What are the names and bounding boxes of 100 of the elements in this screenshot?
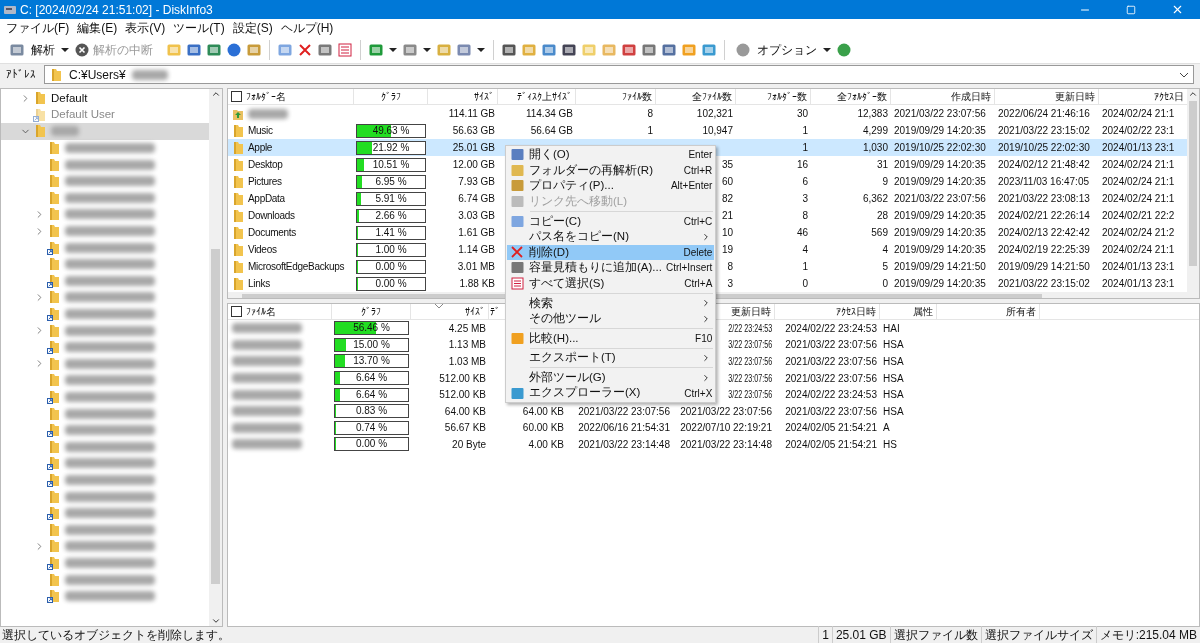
table-cell-text: 2019/09/29 14:20:35 xyxy=(894,209,986,223)
table-cell-text: 3 xyxy=(802,192,808,206)
percentage-text: 1.41 % xyxy=(375,226,407,239)
table-cell-text: HAI xyxy=(883,321,900,336)
table-cell-text: 4,299 xyxy=(862,124,888,138)
shortcut-text: F10 xyxy=(695,331,714,346)
table-cell-text: 1 xyxy=(647,124,653,138)
table-cell-text: 60 xyxy=(721,175,733,189)
table-cell-text: 3/22 23:07:56 xyxy=(727,338,772,353)
table-cell-text: 8 xyxy=(727,260,733,274)
address-text: C:¥Users¥ xyxy=(69,66,126,84)
table-cell-text: 2024/01/13 23:1 xyxy=(1102,260,1175,274)
table-cell-text: 2024/02/24 21:1 xyxy=(1102,243,1175,257)
folder-name: Downloads xyxy=(248,209,295,223)
folder-name: Apple xyxy=(248,141,273,155)
table-cell-text: 2024/02/21 22:2 xyxy=(1102,209,1175,223)
table-cell-text: 82 xyxy=(721,192,733,206)
table-cell-text: HSA xyxy=(883,404,904,419)
table-cell-text: 46 xyxy=(796,226,808,240)
table-cell-text: 0 xyxy=(802,277,808,291)
table-cell-text: 64.00 KB xyxy=(444,404,486,419)
percentage-text: 0.00 % xyxy=(355,438,388,451)
folder-name: Pictures xyxy=(248,175,282,189)
table-cell-text: 2021/03/22 23:07:56 xyxy=(785,371,877,386)
table-cell-text: 12,383 xyxy=(857,107,888,121)
table-cell-text: 2024/02/05 21:54:21 xyxy=(785,437,877,452)
table-cell-text: 2019/09/29 14:20:35 xyxy=(894,243,986,257)
table-cell-text: 2019/09/29 14:20:35 xyxy=(894,226,986,240)
table-cell-text: 3/22 23:07:56 xyxy=(727,355,772,369)
table-cell-text: 2024/01/13 23:1 xyxy=(1102,141,1175,155)
table-cell-text: 2024/02/24 21:2 xyxy=(1102,226,1175,240)
table-cell-text: 2021/03/22 23:07:56 xyxy=(578,404,670,419)
table-cell-text: HSA xyxy=(883,338,904,353)
percentage-text: 6.64 % xyxy=(355,388,388,401)
table-cell-text: 512.00 KB xyxy=(439,388,486,403)
table-cell-text: 6 xyxy=(802,175,808,189)
folder-name: Documents xyxy=(248,226,296,240)
table-cell-text: 2021/03/22 23:07:56 xyxy=(894,192,986,206)
table-cell-text: 2024/02/12 21:48:42 xyxy=(998,158,1090,172)
folder-name: Desktop xyxy=(248,158,283,172)
percentage-text: 15.00 % xyxy=(353,338,390,351)
address-label: ｱﾄﾞﾚｽ xyxy=(6,67,36,83)
table-cell-text: 1 xyxy=(802,141,808,155)
shortcut-text: Delete xyxy=(683,245,714,260)
table-cell-text: 1,030 xyxy=(862,141,888,155)
table-cell-text: 3 xyxy=(727,277,733,291)
status-field: 選択ファイルサイズ xyxy=(980,626,1096,643)
table-cell-text: 2023/11/03 16:47:05 xyxy=(998,175,1089,189)
table-cell-text: 1.88 KB xyxy=(459,277,495,291)
shortcut-text: Ctrl+R xyxy=(683,163,714,178)
percentage-text: 0.83 % xyxy=(355,405,388,418)
table-cell-text: 114.11 GB xyxy=(448,107,495,121)
table-cell-text: 2024/02/21 22:26:14 xyxy=(998,209,1090,223)
table-cell-text: 4.25 MB xyxy=(448,321,486,336)
table-cell-text: 2019/09/29 14:20:35 xyxy=(894,175,986,189)
folder-name: Default xyxy=(51,90,88,106)
table-cell-text: 5 xyxy=(882,260,888,274)
table-cell-text: 4 xyxy=(882,243,888,257)
table-cell-text: 2024/01/13 23:1 xyxy=(1102,277,1175,291)
shortcut-text: Alt+Enter xyxy=(670,179,714,194)
table-cell-text: 35 xyxy=(721,158,733,172)
percentage-text: 5.91 % xyxy=(375,192,407,205)
table-cell-text: 16 xyxy=(796,158,808,172)
table-cell-text: 102,321 xyxy=(696,107,733,121)
percentage-text: 0.00 % xyxy=(375,277,407,290)
table-cell-text: 2021/03/22 23:14:48 xyxy=(578,437,670,452)
table-cell-text: 7.93 GB xyxy=(458,175,495,189)
table-cell-text: 10,947 xyxy=(702,124,733,138)
table-cell-text: 1.03 MB xyxy=(448,355,486,369)
table-cell-text: 2019/09/29 14:20:35 xyxy=(894,158,986,172)
table-cell-text: 2/22 23:24:53 xyxy=(727,321,772,336)
table-cell-text: A xyxy=(883,421,890,436)
table-cell-text: 2021/03/22 23:08:13 xyxy=(998,192,1090,206)
table-cell-text: 1 xyxy=(802,124,808,138)
table-cell-text: 30 xyxy=(796,107,808,121)
table-cell-text: 2021/03/22 23:15:02 xyxy=(998,277,1090,291)
table-cell-text: 21 xyxy=(721,209,733,223)
shortcut-text: Ctrl+A xyxy=(684,277,714,292)
table-cell-text: 9 xyxy=(882,175,888,189)
table-cell-text: 2021/03/22 23:14:48 xyxy=(680,437,772,452)
table-cell-text: 8 xyxy=(802,209,808,223)
table-cell-text: 28 xyxy=(876,209,888,223)
table-cell-text: 12.00 GB xyxy=(452,158,495,172)
table-cell-text: 2024/02/24 21:1 xyxy=(1102,107,1175,121)
table-cell-text: 6,362 xyxy=(862,192,888,206)
table-cell-text: 2021/03/22 23:07:56 xyxy=(785,338,877,353)
percentage-text: 10.51 % xyxy=(372,158,410,171)
table-cell-text: 2021/03/22 23:07:56 xyxy=(680,404,772,419)
table-cell-text: 2019/09/29 14:21:50 xyxy=(998,260,1090,274)
table-cell-text: 2021/03/22 23:07:56 xyxy=(785,355,877,369)
table-cell-text: 56.64 GB xyxy=(530,124,573,138)
table-cell-text: 2019/10/25 22:02:30 xyxy=(998,141,1090,155)
percentage-text: 2.66 % xyxy=(375,209,407,222)
table-cell-text: 2024/02/22 23:1 xyxy=(1102,124,1175,138)
table-cell-text: HSA xyxy=(883,355,904,369)
percentage-text: 0.74 % xyxy=(355,421,388,434)
window-title: C: [2024/02/24 21:51:02] - DiskInfo3 xyxy=(20,1,214,19)
table-cell-text: 31 xyxy=(876,158,888,172)
status-message: 選択しているオブジェクトを削除します。 xyxy=(1,627,231,643)
folder-name: Default User xyxy=(51,107,115,123)
